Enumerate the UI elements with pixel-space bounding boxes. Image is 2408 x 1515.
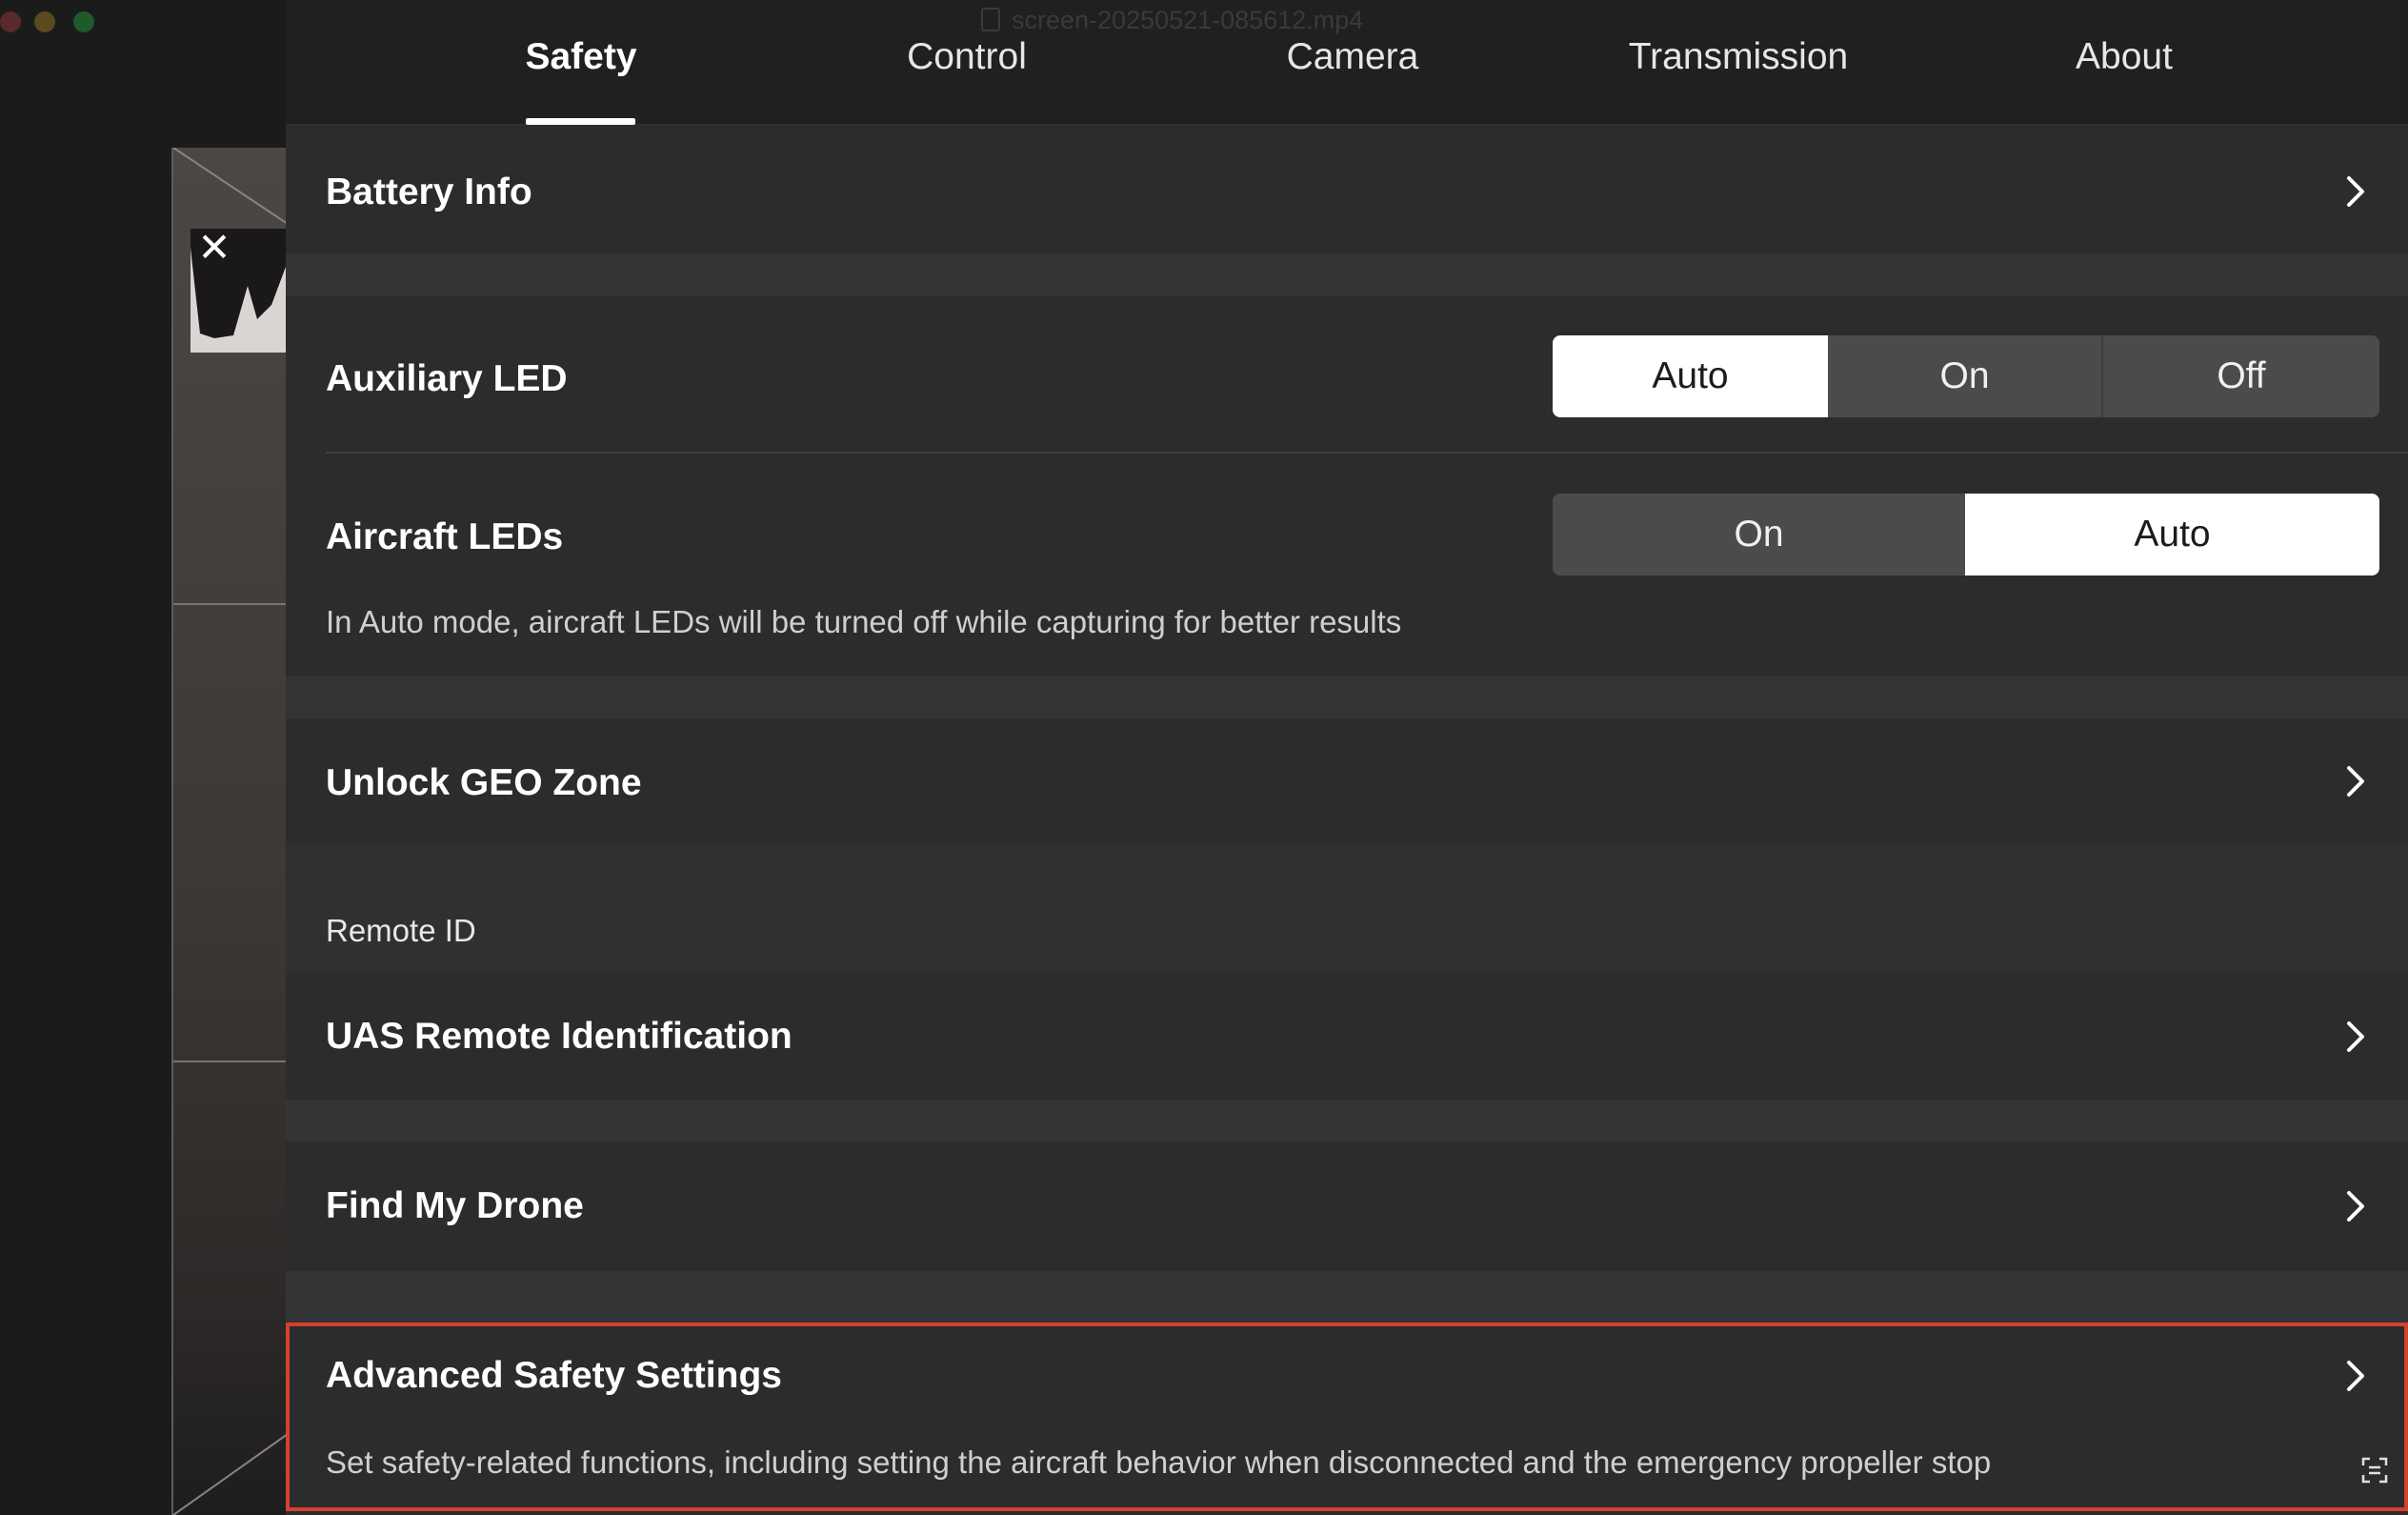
preview-divider <box>173 603 288 605</box>
battery-info-label: Battery Info <box>326 172 532 212</box>
aircraft-leds-on-option[interactable]: On <box>1553 494 1965 576</box>
auxiliary-led-label: Auxiliary LED <box>326 358 568 399</box>
window-close-button[interactable] <box>0 11 21 32</box>
auxiliary-led-selector: Auto On Off <box>1553 335 2379 417</box>
chevron-right-icon <box>2347 766 2364 797</box>
document-icon <box>981 8 1000 31</box>
section-gap <box>286 1100 2408 1141</box>
preview-corner-line <box>173 148 288 224</box>
chevron-right-icon <box>2347 1021 2364 1052</box>
auxiliary-led-auto-option[interactable]: Auto <box>1553 335 1828 417</box>
preview-corner-line <box>173 1434 288 1515</box>
chevron-right-icon <box>2347 176 2364 207</box>
uas-remote-identification-row[interactable]: UAS Remote Identification <box>286 974 2408 1100</box>
highlight-box <box>286 1323 2408 1511</box>
tab-about[interactable]: About <box>2076 36 2173 78</box>
section-gap <box>286 1271 2408 1323</box>
find-my-drone-row[interactable]: Find My Drone <box>286 1141 2408 1271</box>
active-tab-indicator <box>526 118 635 125</box>
remote-id-section-header: Remote ID <box>286 844 2408 974</box>
window-maximize-button[interactable] <box>73 11 94 32</box>
tab-safety[interactable]: Safety <box>525 36 636 78</box>
remote-id-section-label: Remote ID <box>326 913 476 948</box>
tab-camera[interactable]: Camera <box>1287 36 1419 78</box>
auxiliary-led-off-option[interactable]: Off <box>2103 335 2379 417</box>
tab-transmission[interactable]: Transmission <box>1629 36 1848 78</box>
aircraft-leds-description: In Auto mode, aircraft LEDs will be turn… <box>326 604 1402 639</box>
section-gap <box>286 677 2408 718</box>
preview-divider <box>173 1060 288 1062</box>
aircraft-leds-selector: On Auto <box>1553 494 2379 576</box>
battery-info-row[interactable]: Battery Info <box>286 130 2408 253</box>
window-title-text: screen-20250521-085612.mp4 <box>1012 6 1364 34</box>
screenshot-icon[interactable] <box>2360 1456 2389 1485</box>
led-settings-group: Auxiliary LED Auto On Off Aircraft LEDs … <box>286 295 2408 677</box>
unlock-geo-zone-row[interactable]: Unlock GEO Zone <box>286 718 2408 844</box>
auxiliary-led-on-option[interactable]: On <box>1828 335 2101 417</box>
row-divider <box>326 452 2408 454</box>
uas-remote-identification-label: UAS Remote Identification <box>326 1016 793 1057</box>
window-title: screen-20250521-085612.mp4 <box>981 6 1363 35</box>
close-icon[interactable]: ✕ <box>195 228 233 268</box>
aircraft-leds-label: Aircraft LEDs <box>326 516 564 557</box>
chevron-right-icon <box>2347 1191 2364 1222</box>
video-preview-strip <box>171 148 288 1515</box>
section-gap <box>286 253 2408 295</box>
tab-control[interactable]: Control <box>907 36 1027 78</box>
find-my-drone-label: Find My Drone <box>326 1185 584 1226</box>
unlock-geo-zone-label: Unlock GEO Zone <box>326 762 642 803</box>
window-minimize-button[interactable] <box>34 11 55 32</box>
settings-panel: Safety Control Camera Transmission About… <box>286 0 2408 1515</box>
aircraft-leds-auto-option[interactable]: Auto <box>1965 494 2379 576</box>
